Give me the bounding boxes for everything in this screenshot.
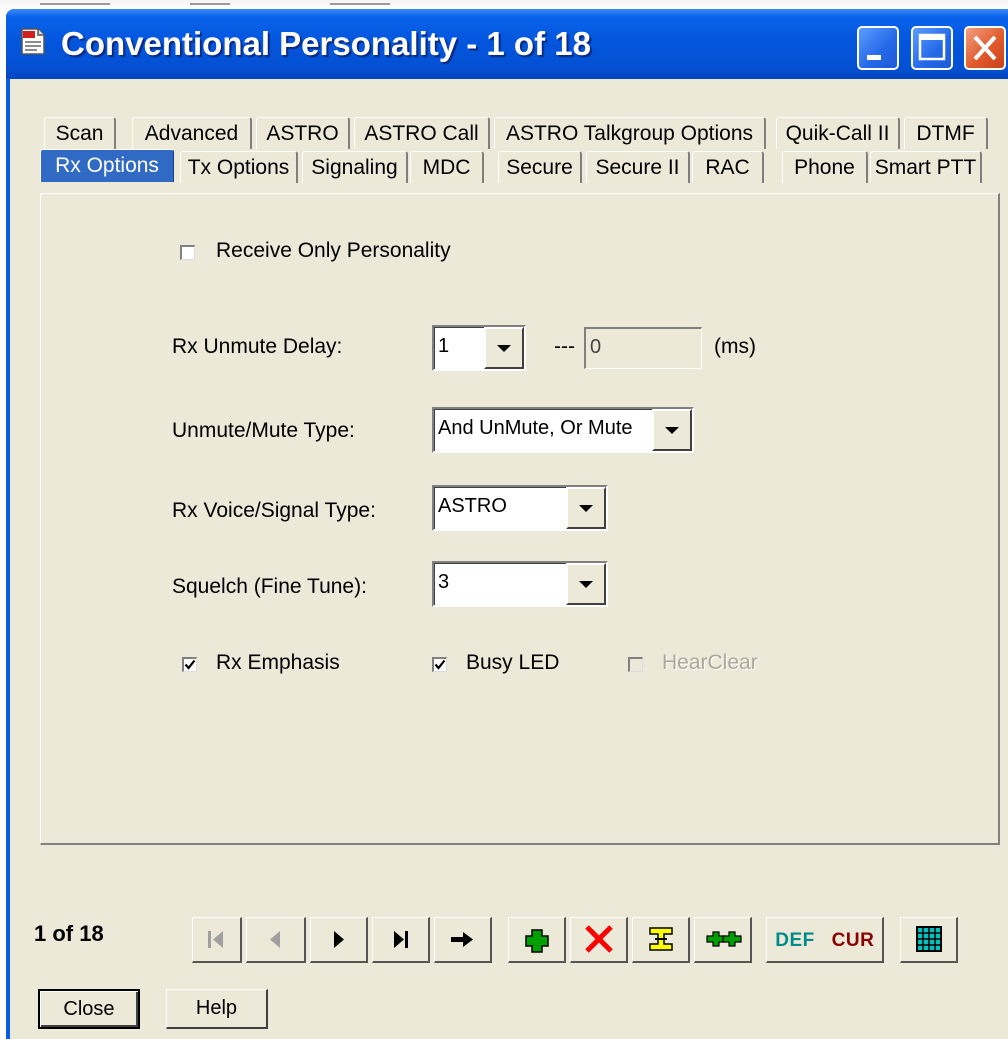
chevron-down-icon — [579, 505, 593, 512]
maximize-button[interactable] — [911, 26, 953, 70]
title-bar[interactable]: Conventional Personality - 1 of 18 — [6, 9, 1008, 79]
tab-dtmf[interactable]: DTMF — [904, 117, 988, 149]
chevron-down-icon — [665, 427, 679, 434]
minimize-icon — [867, 55, 881, 60]
tab-scan[interactable]: Scan — [44, 117, 116, 149]
close-icon — [973, 35, 997, 61]
unmute-mute-type-select[interactable]: And UnMute, Or Mute — [432, 407, 694, 453]
tab-astro-talkgroup-options[interactable]: ASTRO Talkgroup Options — [494, 117, 766, 149]
tab-rx-options[interactable]: Rx Options — [40, 149, 174, 182]
tab-mdc[interactable]: MDC — [410, 151, 484, 183]
chevron-down-icon — [497, 345, 511, 352]
rx-voice-signal-type-dropdown-button[interactable] — [566, 487, 606, 529]
insert-record-button[interactable] — [632, 917, 690, 963]
chevron-down-icon — [579, 581, 593, 588]
rx-unmute-delay-dropdown-button[interactable] — [484, 327, 524, 369]
checkmark-icon — [434, 659, 446, 670]
goto-record-button[interactable] — [434, 917, 492, 963]
unmute-mute-type-value: And UnMute, Or Mute — [438, 417, 633, 439]
add-record-button[interactable] — [508, 917, 566, 963]
tab-advanced[interactable]: Advanced — [132, 117, 252, 149]
last-record-button[interactable] — [372, 917, 430, 963]
rx-voice-signal-type-label: Rx Voice/Signal Type: — [172, 499, 376, 522]
rx-emphasis-label: Rx Emphasis — [216, 651, 340, 674]
rx-unmute-delay-ms-field: 0 — [584, 327, 702, 369]
document-app-icon[interactable] — [18, 27, 48, 57]
receive-only-label: Receive Only Personality — [216, 239, 451, 262]
current-values-button[interactable]: CUR — [825, 930, 881, 952]
copy-record-button[interactable] — [694, 917, 752, 963]
minimize-button[interactable] — [857, 26, 899, 70]
tab-signaling[interactable]: Signaling — [302, 151, 408, 183]
skip-to-first-icon — [208, 931, 223, 948]
rx-unmute-delay-select[interactable]: 1 — [432, 325, 526, 371]
tab-quik-call-ii[interactable]: Quik-Call II — [776, 117, 900, 149]
squelch-fine-tune-select[interactable]: 3 — [432, 561, 608, 607]
rx-unmute-delay-ms-value: 0 — [590, 336, 602, 358]
rx-emphasis-checkbox[interactable] — [182, 657, 197, 672]
tab-smart-ptt[interactable]: Smart PTT — [870, 151, 982, 183]
add-plus-icon — [525, 929, 549, 953]
hearclear-label: HearClear — [662, 651, 758, 674]
tab-astro[interactable]: ASTRO — [256, 117, 350, 149]
maximize-icon — [918, 33, 946, 61]
tab-tx-options[interactable]: Tx Options — [180, 151, 298, 183]
busy-led-checkbox[interactable] — [432, 657, 447, 672]
tab-astro-call[interactable]: ASTRO Call — [354, 117, 490, 149]
background-window-mark — [330, 3, 390, 5]
close-window-button[interactable] — [964, 26, 1006, 70]
squelch-fine-tune-label: Squelch (Fine Tune): — [172, 575, 367, 598]
def-cur-button-group: DEF CUR — [766, 917, 884, 963]
previous-record-button — [246, 917, 306, 963]
tab-secure[interactable]: Secure — [498, 151, 582, 183]
first-record-button — [192, 917, 242, 963]
checkmark-icon — [184, 659, 196, 670]
previous-icon — [270, 931, 280, 948]
squelch-fine-tune-value: 3 — [438, 571, 450, 593]
rx-voice-signal-type-select[interactable]: ASTRO — [432, 485, 608, 531]
busy-led-label: Busy LED — [466, 651, 560, 674]
personality-window: Conventional Personality - 1 of 18 Scan … — [6, 9, 1008, 1039]
next-icon — [334, 931, 344, 948]
grid-view-button[interactable] — [900, 917, 958, 963]
delete-x-icon — [585, 925, 613, 953]
next-record-button[interactable] — [310, 917, 368, 963]
unmute-mute-type-label: Unmute/Mute Type: — [172, 419, 355, 442]
spreadsheet-grid-icon — [916, 926, 942, 952]
receive-only-checkbox[interactable] — [180, 245, 195, 260]
help-button[interactable]: Help — [166, 989, 268, 1029]
tab-secure-ii[interactable]: Secure II — [586, 151, 690, 183]
default-values-button[interactable]: DEF — [767, 930, 823, 952]
squelch-fine-tune-dropdown-button[interactable] — [566, 563, 606, 605]
duplicate-plus-icon — [706, 931, 742, 947]
rx-unmute-delay-value: 1 — [438, 335, 450, 357]
rx-unmute-delay-label: Rx Unmute Delay: — [172, 335, 343, 358]
dialog-client-area: Scan Advanced ASTRO ASTRO Call ASTRO Tal… — [10, 79, 1008, 1039]
close-button[interactable]: Close — [38, 989, 140, 1029]
insert-i-beam-icon — [649, 927, 673, 951]
right-arrow-icon — [451, 932, 473, 947]
unmute-mute-type-dropdown-button[interactable] — [652, 409, 692, 451]
rx-unmute-delay-separator: --- — [554, 335, 575, 358]
tab-phone[interactable]: Phone — [782, 151, 868, 183]
record-position-text: 1 of 18 — [34, 921, 104, 946]
background-window-mark — [40, 3, 110, 5]
skip-to-last-icon — [394, 931, 408, 948]
window-title: Conventional Personality - 1 of 18 — [61, 25, 591, 62]
delete-record-button[interactable] — [570, 917, 628, 963]
rx-unmute-delay-unit: (ms) — [714, 335, 756, 358]
tab-rac[interactable]: RAC — [692, 151, 764, 183]
background-window-mark — [190, 3, 230, 5]
hearclear-checkbox — [628, 657, 643, 672]
rx-voice-signal-type-value: ASTRO — [438, 495, 507, 517]
